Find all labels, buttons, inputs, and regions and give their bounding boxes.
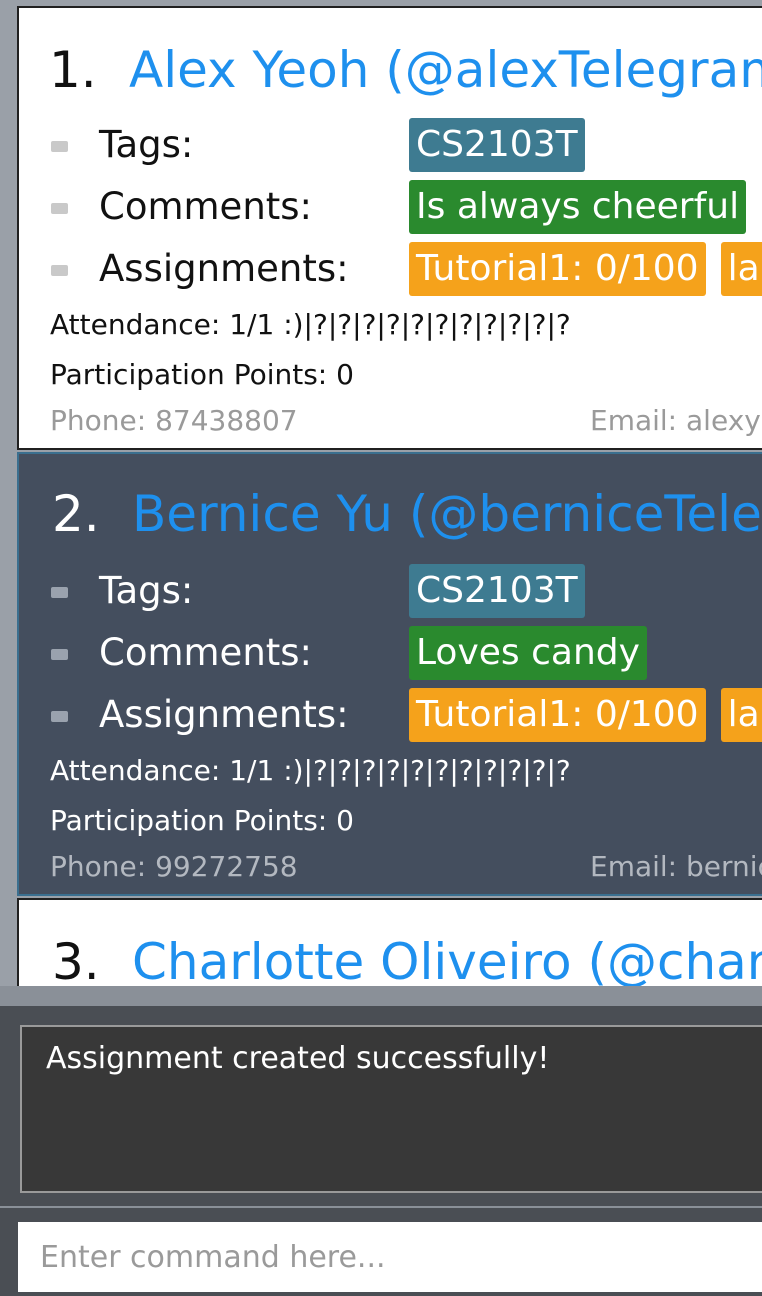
person-name: Bernice Yu (@berniceTele — [132, 485, 762, 543]
person-name: Alex Yeoh (@alexTelegram — [129, 41, 762, 99]
tags-label: Tags: — [99, 123, 194, 166]
notepad-icon — [51, 203, 68, 214]
attendance-text: Attendance: 1/1 :)|?|?|?|?|?|?|?|?|?|?|? — [50, 754, 571, 787]
person-list-panel[interactable]: 1. Alex Yeoh (@alexTelegram Tags: CS2103T… — [0, 0, 762, 986]
participation-text: Participation Points: 0 — [50, 804, 354, 837]
email-text: Email: bernic — [590, 850, 762, 883]
person-header: 2. Bernice Yu (@berniceTele — [52, 484, 762, 544]
person-index: 3. — [52, 933, 100, 986]
assignment-chip: Tutorial1: 0/100 — [409, 242, 706, 296]
command-input[interactable] — [18, 1222, 762, 1292]
assignment-icon — [51, 711, 68, 722]
tag-chip: CS2103T — [409, 118, 585, 172]
tag-icon — [51, 141, 68, 152]
assignments-label: Assignments: — [99, 693, 349, 736]
assignments-label: Assignments: — [99, 247, 349, 290]
comments-label: Comments: — [99, 631, 313, 674]
comment-chip: Is always cheerful — [409, 180, 747, 234]
phone-text: Phone: 99272758 — [50, 850, 298, 883]
attendance-text: Attendance: 1/1 :)|?|?|?|?|?|?|?|?|?|?|? — [50, 308, 571, 341]
person-name: Charlotte Oliveiro (@char — [132, 933, 762, 986]
person-card[interactable]: 1. Alex Yeoh (@alexTelegram Tags: CS2103T… — [17, 6, 762, 450]
person-card-selected[interactable]: 2. Bernice Yu (@berniceTele Tags: CS2103T… — [17, 452, 762, 896]
email-text: Email: alexye — [590, 404, 762, 437]
person-header: 3. Charlotte Oliveiro (@char — [52, 932, 762, 986]
person-header: 1. Alex Yeoh (@alexTelegram — [49, 40, 762, 100]
tag-icon — [51, 587, 68, 598]
phone-text: Phone: 87438807 — [50, 404, 298, 437]
assignment-chip: Tutorial1: 0/100 — [409, 688, 706, 742]
assignment-chip: lab1 — [720, 688, 762, 742]
tag-chip: CS2103T — [409, 564, 585, 618]
comments-label: Comments: — [99, 185, 313, 228]
result-message: Assignment created successfully! — [46, 1041, 550, 1076]
assignment-chip: lab1 — [720, 242, 762, 296]
notepad-icon — [51, 649, 68, 660]
result-display: Assignment created successfully! — [20, 1025, 762, 1193]
person-index: 2. — [52, 485, 100, 543]
comment-chip: Loves candy — [409, 626, 647, 680]
person-index: 1. — [49, 41, 97, 99]
participation-text: Participation Points: 0 — [50, 358, 354, 391]
tags-label: Tags: — [99, 569, 194, 612]
person-card[interactable]: 3. Charlotte Oliveiro (@char — [17, 898, 762, 986]
assignment-icon — [51, 265, 68, 276]
